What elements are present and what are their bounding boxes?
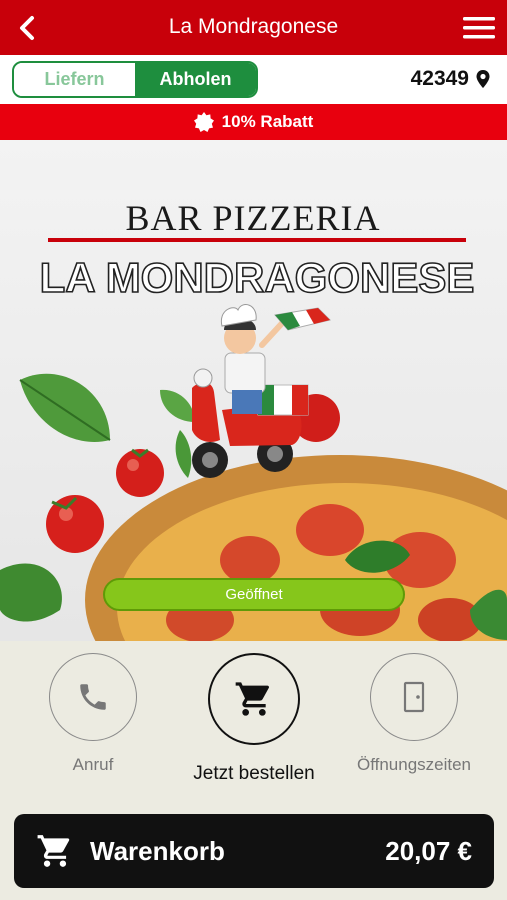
mode-row: Liefern Abholen 42349 [0,55,507,104]
zip-code: 42349 [410,67,469,90]
scooter-delivery-illustration [192,304,331,478]
app-header: La Mondragonese [0,0,507,55]
menu-button[interactable] [461,12,497,44]
hours-label: Öffnungszeiten [356,755,472,774]
tab-abholen[interactable]: Abholen [135,63,256,96]
order-action[interactable]: Jetzt bestellen [189,653,319,785]
call-action[interactable]: Anruf [28,653,158,775]
hamburger-icon [463,17,495,39]
hero-title-line2: LA MONDRAGONESE [40,254,475,301]
open-status-badge: Geöffnet [103,578,405,611]
order-label: Jetzt bestellen [193,763,315,784]
call-button[interactable] [49,653,137,741]
cart-total: 20,07 € [385,835,472,866]
cart-button[interactable]: Warenkorb 20,07 € [14,814,494,888]
order-button[interactable] [208,653,300,745]
badge-icon [193,112,214,132]
hero-illustration: BAR PIZZERIA LA MONDRAGONESE [0,198,507,641]
hero-banner: BAR PIZZERIA LA MONDRAGONESE Geöffnet [0,140,507,641]
hero-divider [48,238,466,242]
door-icon [403,681,425,713]
discount-banner[interactable]: 10% Rabatt [0,104,507,140]
action-bar: Anruf Jetzt bestellen Öffnungszeiten [0,641,507,811]
delivery-mode-toggle: Liefern Abholen [12,61,258,98]
location-selector[interactable]: 42349 [411,67,491,91]
hero-title-line1: BAR PIZZERIA [126,198,381,238]
location-pin-icon [476,70,490,88]
hours-button[interactable] [370,653,458,741]
cart-label: Warenkorb [90,835,225,866]
discount-text: 10% Rabatt [221,112,314,131]
tab-liefern[interactable]: Liefern [14,63,135,96]
phone-icon [80,684,106,710]
page-title: La Mondragonese [168,15,339,38]
cart-icon [37,835,70,867]
shopping-cart-icon [235,682,269,716]
hours-action[interactable]: Öffnungszeiten [349,653,479,775]
call-label: Anruf [72,755,114,774]
